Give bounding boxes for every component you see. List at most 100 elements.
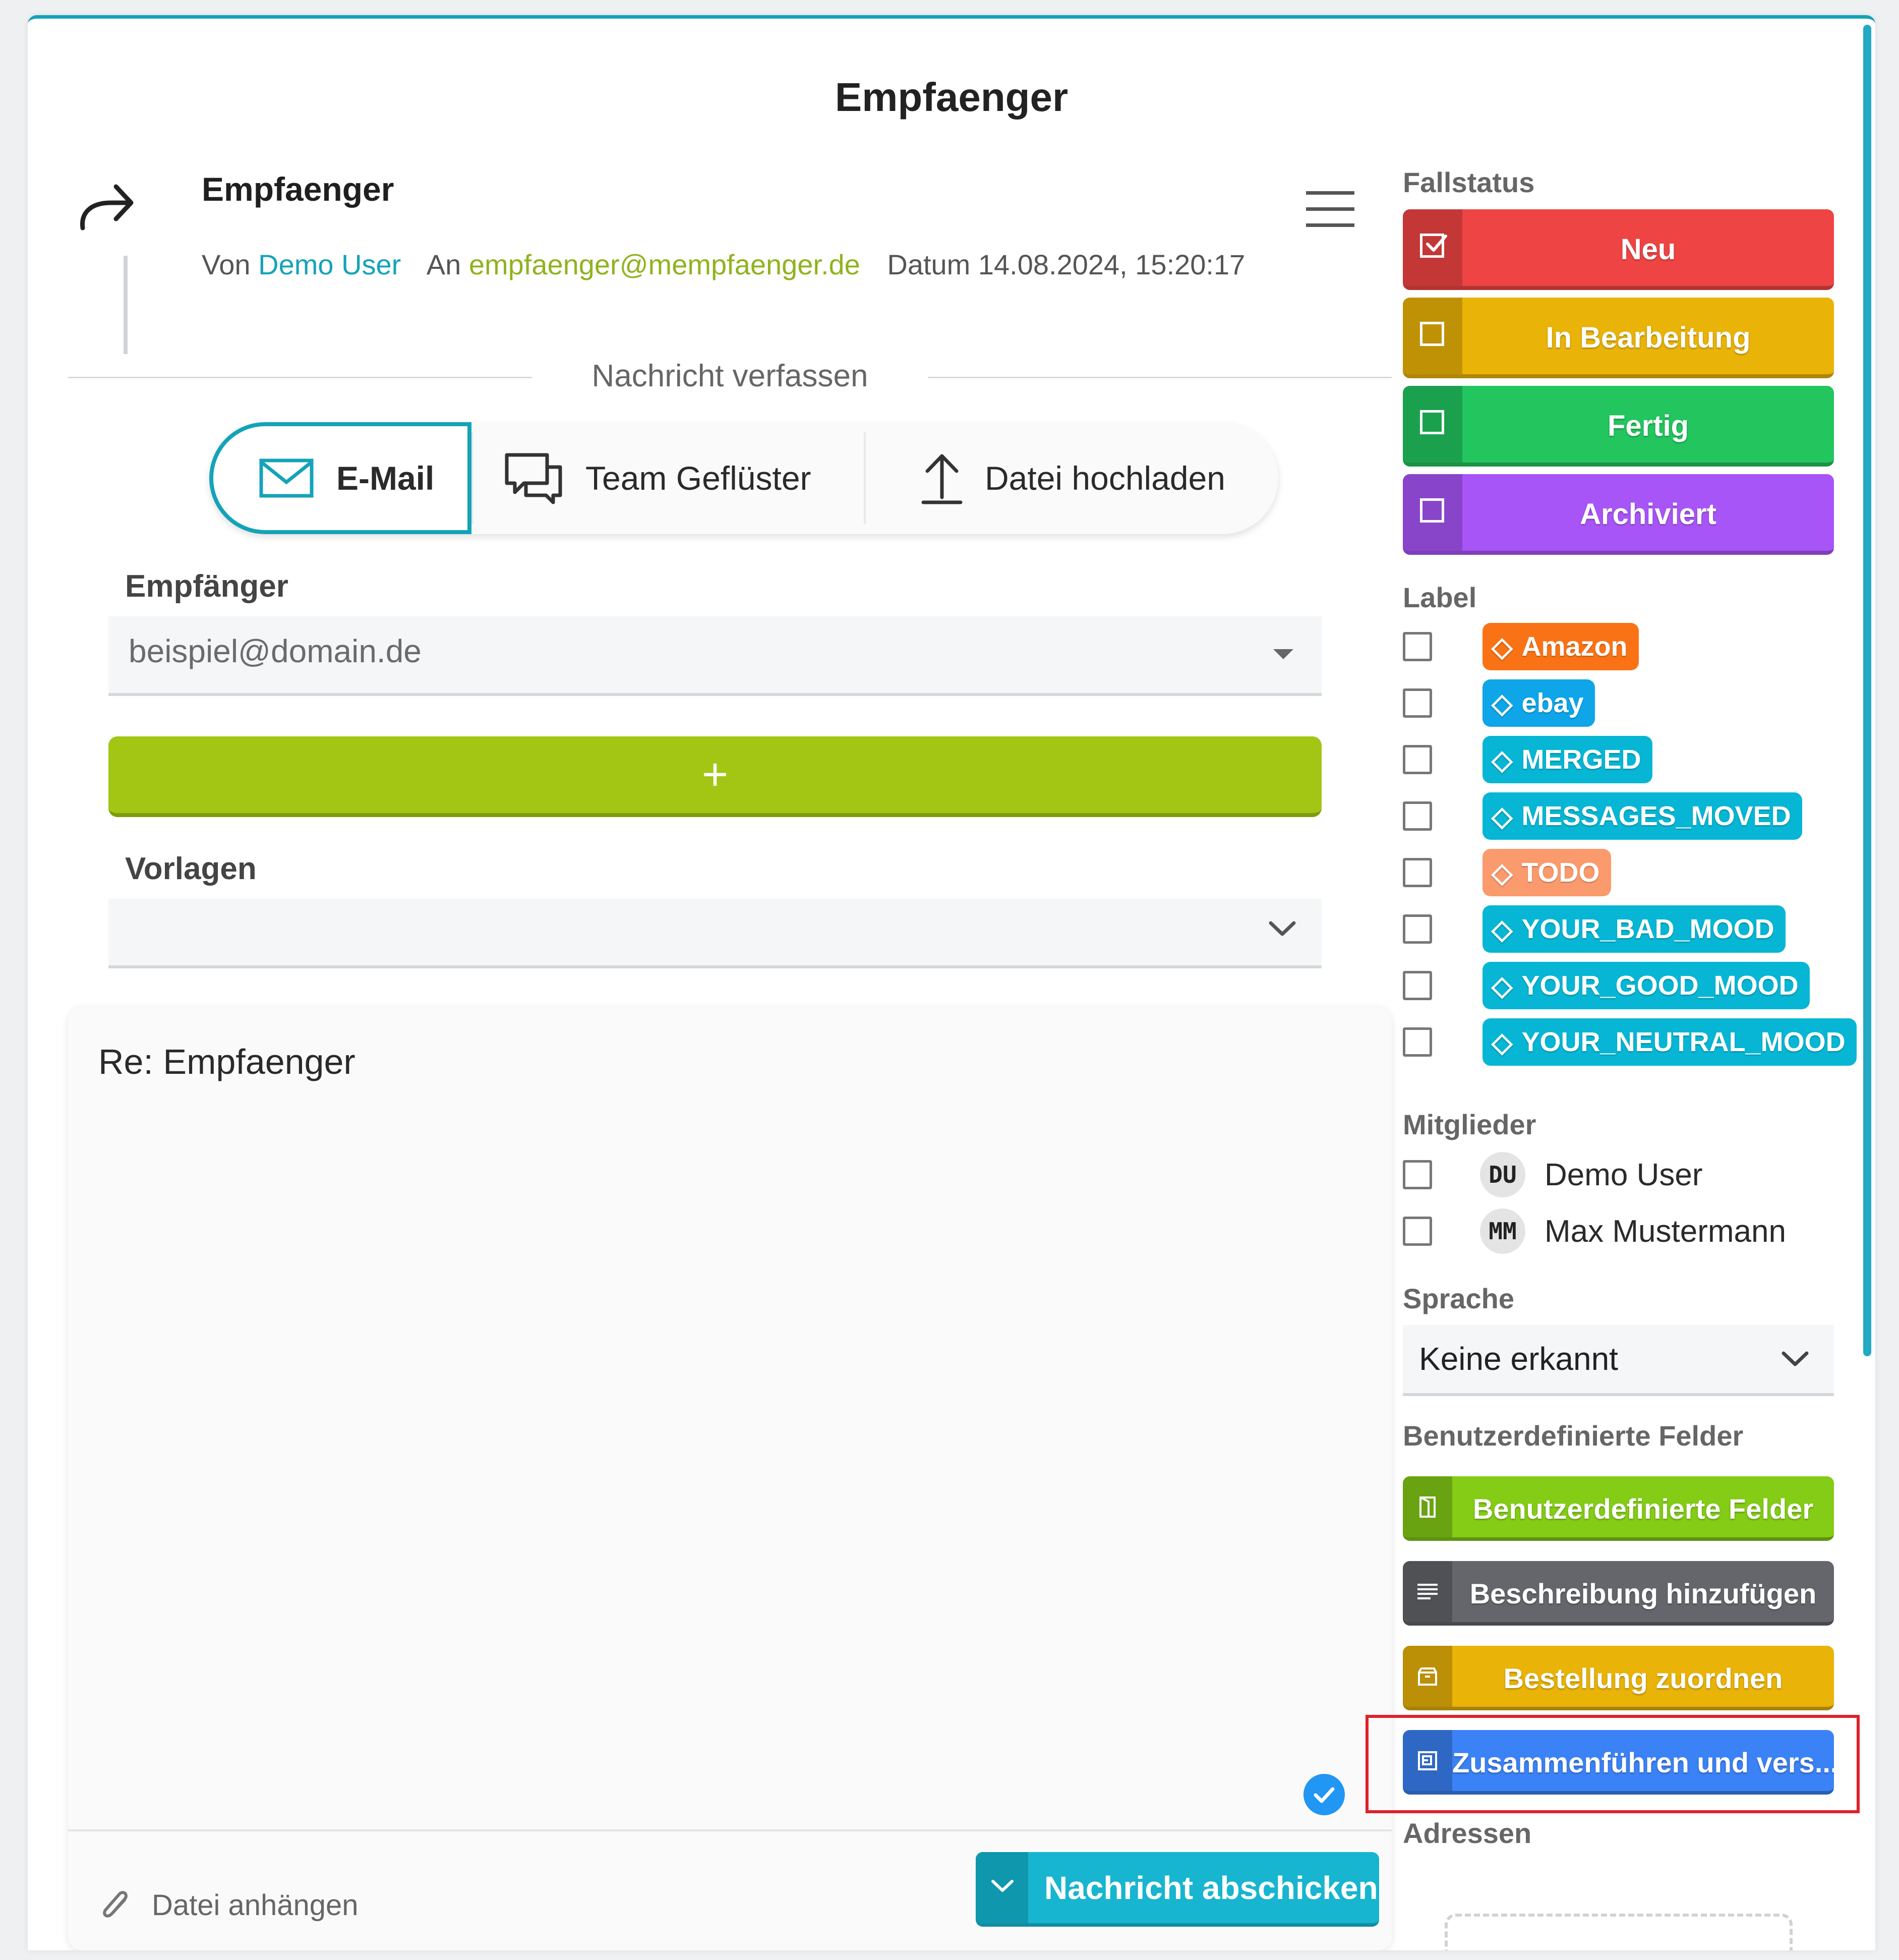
thread-line bbox=[124, 256, 128, 354]
member-checkbox[interactable] bbox=[1403, 1160, 1432, 1189]
message-editor[interactable]: Re: Empfaenger Datei anhängen Nachricht … bbox=[68, 1007, 1392, 1950]
envelope-icon bbox=[259, 458, 314, 498]
recipient-select[interactable]: beispiel@domain.de bbox=[108, 616, 1322, 696]
to-label: An bbox=[426, 249, 461, 280]
label-chip[interactable]: ◇ YOUR_GOOD_MOOD bbox=[1482, 962, 1810, 1009]
chevron-down-icon bbox=[1782, 1351, 1809, 1366]
tab-team-fluester-label: Team Geflüster bbox=[585, 459, 811, 497]
lines-icon bbox=[1417, 1583, 1438, 1599]
add-recipient-button[interactable]: + bbox=[108, 736, 1322, 817]
status-button-in-bearbeitung[interactable]: In Bearbeitung bbox=[1403, 298, 1834, 378]
tab-email[interactable]: E-Mail bbox=[209, 422, 471, 534]
attach-file-button[interactable]: Datei anhängen bbox=[98, 1885, 359, 1925]
status-button-archiviert[interactable]: Archiviert bbox=[1403, 474, 1834, 555]
chat-bubbles-icon bbox=[505, 453, 562, 504]
from-label: Von bbox=[202, 249, 251, 280]
tab-file-upload-label: Datei hochladen bbox=[985, 459, 1226, 497]
status-heading: Fallstatus bbox=[1403, 166, 1535, 198]
label-heading: Label bbox=[1403, 582, 1477, 613]
label-chip[interactable]: ◇ MESSAGES_MOVED bbox=[1482, 792, 1802, 840]
checkbox-checked-icon bbox=[1420, 234, 1447, 258]
label-name: Amazon bbox=[1521, 631, 1628, 662]
label-checkbox[interactable] bbox=[1403, 914, 1432, 944]
compose-divider: Nachricht verfassen bbox=[68, 354, 1392, 399]
send-message-button[interactable]: Nachricht abschicken bbox=[976, 1852, 1379, 1927]
label-checkbox[interactable] bbox=[1403, 1027, 1432, 1057]
spellcheck-icon[interactable] bbox=[1303, 1774, 1345, 1815]
caret-down-icon bbox=[1273, 649, 1293, 659]
date-label: Datum bbox=[887, 249, 971, 280]
label-name: YOUR_NEUTRAL_MOOD bbox=[1521, 1027, 1846, 1057]
chevron-down-icon bbox=[991, 1880, 1014, 1892]
members-heading: Mitglieder bbox=[1403, 1109, 1536, 1140]
to-address[interactable]: empfaenger@mempfaenger.de bbox=[469, 249, 860, 280]
status-button-neu[interactable]: Neu bbox=[1403, 209, 1834, 290]
hamburger-menu-icon[interactable] bbox=[1306, 189, 1354, 229]
from-name[interactable]: Demo User bbox=[258, 249, 401, 280]
label-checkbox[interactable] bbox=[1403, 858, 1432, 887]
label-name: MERGED bbox=[1521, 744, 1641, 775]
recipient-label: Empfänger bbox=[125, 569, 288, 604]
add-description-button-label: Beschreibung hinzufügen bbox=[1469, 1578, 1817, 1609]
tab-email-label: E-Mail bbox=[336, 459, 435, 497]
scrollbar[interactable] bbox=[1863, 25, 1871, 1356]
compose-tabs: E-Mail Team Geflüster Datei hochladen bbox=[209, 422, 1278, 534]
custom-fields-button[interactable]: Benutzerdefinierte Felder bbox=[1403, 1476, 1834, 1541]
language-select-value: Keine erkannt bbox=[1419, 1341, 1618, 1377]
chevron-down-icon bbox=[1269, 921, 1296, 936]
checkbox-icon bbox=[1420, 322, 1444, 346]
status-button-fertig[interactable]: Fertig bbox=[1403, 386, 1834, 467]
tag-icon: ◇ bbox=[1492, 857, 1513, 888]
case-modal: Empfaenger Empfaenger Von Demo User An e… bbox=[28, 15, 1875, 1950]
label-checkbox[interactable] bbox=[1403, 801, 1432, 831]
message-subject: Empfaenger bbox=[202, 170, 394, 208]
label-chip[interactable]: ◇ Amazon bbox=[1482, 623, 1639, 670]
label-name: MESSAGES_MOVED bbox=[1521, 801, 1791, 831]
label-chip[interactable]: ◇ MERGED bbox=[1482, 736, 1652, 783]
label-checkbox[interactable] bbox=[1403, 745, 1432, 774]
custom-fields-heading: Benutzerdefinierte Felder bbox=[1403, 1420, 1744, 1452]
label-checkbox[interactable] bbox=[1403, 688, 1432, 718]
label-checkbox[interactable] bbox=[1403, 971, 1432, 1000]
templates-select[interactable] bbox=[108, 899, 1322, 968]
editor-body-text[interactable]: Re: Empfaenger bbox=[98, 1042, 355, 1082]
status-label: Archiviert bbox=[1580, 498, 1716, 531]
highlight-box bbox=[1366, 1715, 1860, 1813]
compose-divider-text: Nachricht verfassen bbox=[591, 359, 868, 393]
date-value: 14.08.2024, 15:20:17 bbox=[978, 249, 1245, 280]
message-meta: Von Demo User An empfaenger@mempfaenger.… bbox=[202, 248, 1245, 281]
door-icon bbox=[1419, 1496, 1436, 1518]
label-chip[interactable]: ◇ ebay bbox=[1482, 679, 1595, 727]
label-name: TODO bbox=[1521, 857, 1600, 888]
avatar: MM bbox=[1480, 1208, 1525, 1254]
label-chip[interactable]: ◇ YOUR_BAD_MOOD bbox=[1482, 905, 1786, 953]
checkbox-icon bbox=[1420, 498, 1444, 523]
status-label: In Bearbeitung bbox=[1546, 321, 1751, 354]
label-name: YOUR_BAD_MOOD bbox=[1521, 914, 1774, 944]
tag-icon: ◇ bbox=[1492, 688, 1513, 719]
assign-order-button[interactable]: Bestellung zuordnen bbox=[1403, 1646, 1834, 1710]
tag-icon: ◇ bbox=[1492, 801, 1513, 832]
member-name[interactable]: Demo User bbox=[1545, 1157, 1703, 1193]
recipient-select-value: beispiel@domain.de bbox=[129, 633, 422, 669]
checkbox-icon bbox=[1420, 410, 1444, 434]
tag-icon: ◇ bbox=[1492, 970, 1513, 1001]
label-name: ebay bbox=[1521, 688, 1584, 718]
add-description-button[interactable]: Beschreibung hinzufügen bbox=[1403, 1561, 1834, 1626]
tab-team-fluester[interactable]: Team Geflüster bbox=[473, 422, 847, 534]
status-label: Fertig bbox=[1607, 410, 1689, 442]
assign-order-button-label: Bestellung zuordnen bbox=[1503, 1662, 1783, 1694]
label-name: YOUR_GOOD_MOOD bbox=[1521, 970, 1799, 1001]
label-chip[interactable]: ◇ TODO bbox=[1482, 849, 1611, 896]
attach-file-label: Datei anhängen bbox=[152, 1888, 359, 1922]
language-select[interactable]: Keine erkannt bbox=[1403, 1325, 1834, 1396]
label-checkbox[interactable] bbox=[1403, 632, 1432, 661]
send-options-toggle[interactable] bbox=[976, 1852, 1028, 1923]
label-chip[interactable]: ◇ YOUR_NEUTRAL_MOOD bbox=[1482, 1018, 1857, 1066]
address-dropzone[interactable] bbox=[1445, 1914, 1793, 1950]
tag-icon: ◇ bbox=[1492, 914, 1513, 945]
tab-file-upload[interactable]: Datei hochladen bbox=[866, 422, 1278, 534]
member-name[interactable]: Max Mustermann bbox=[1545, 1214, 1786, 1249]
addresses-heading: Adressen bbox=[1403, 1817, 1532, 1849]
member-checkbox[interactable] bbox=[1403, 1217, 1432, 1246]
